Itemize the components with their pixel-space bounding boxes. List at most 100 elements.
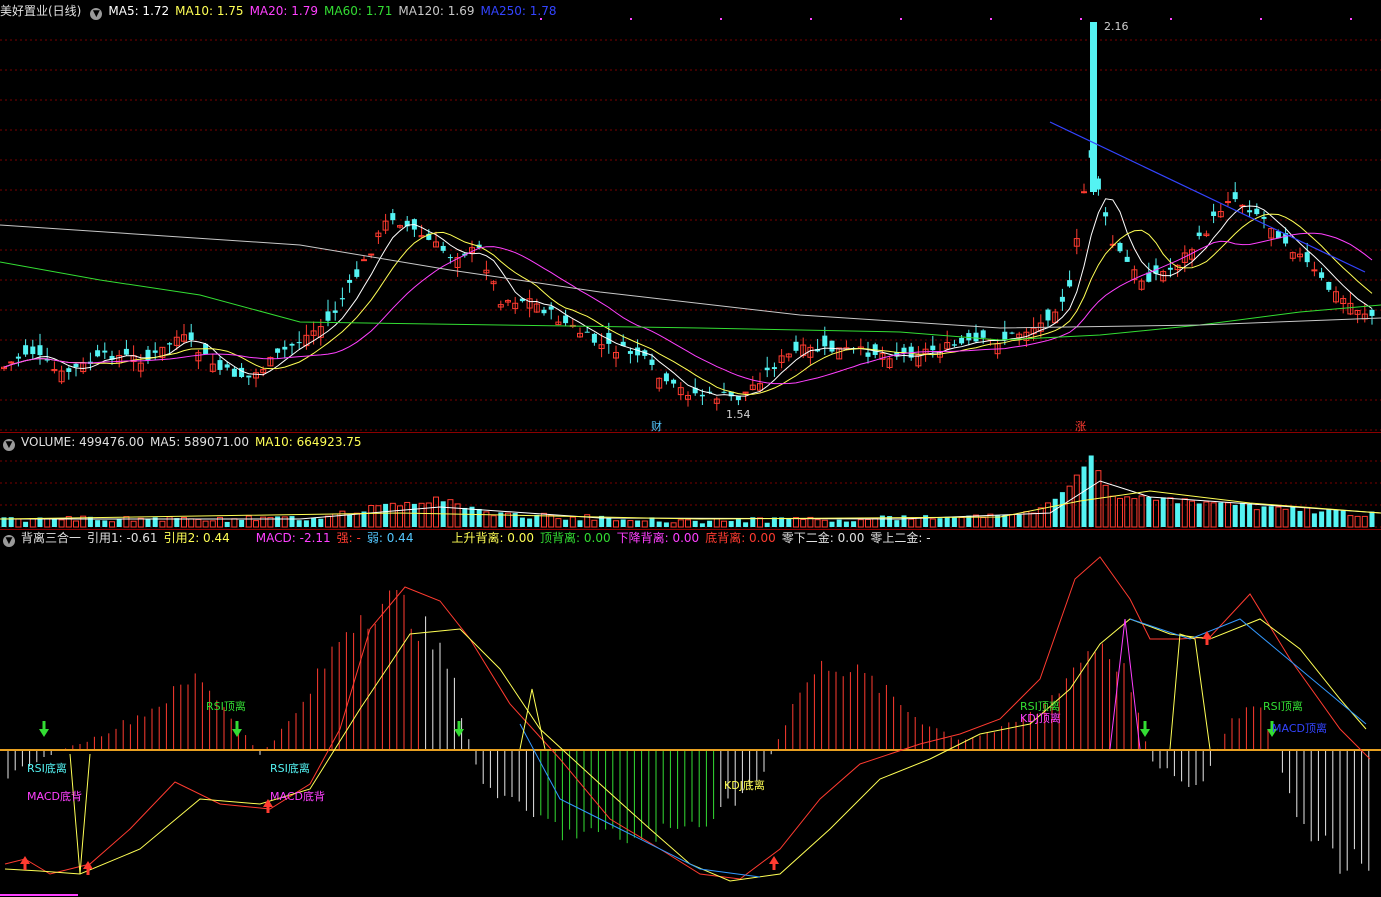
volume-bar-up: [800, 519, 807, 528]
candle-body-down: [671, 379, 677, 384]
volume-bar-up: [1354, 515, 1361, 528]
kdj-top-line: [1109, 618, 1141, 750]
candle-body-down: [966, 333, 972, 341]
volume-bar-down: [1232, 504, 1238, 527]
candle-body-down: [1196, 232, 1202, 237]
volume-bar-up: [253, 520, 259, 528]
volume-bar-up: [555, 518, 562, 528]
candle-body-down: [1067, 280, 1073, 287]
candle-body-up: [1225, 201, 1231, 204]
event-marker-cai[interactable]: 财: [651, 418, 662, 434]
volume-bar-up: [908, 518, 915, 528]
candle-body-down: [1304, 252, 1310, 263]
indicator-name[interactable]: 背离三合一: [21, 531, 81, 545]
indicator-settings-icon[interactable]: ▼: [3, 535, 15, 547]
volume-bar-up: [375, 505, 382, 528]
volume-bar-up: [1131, 498, 1138, 528]
volume-bar-down: [347, 514, 353, 527]
signal-line-blue: [1129, 618, 1367, 725]
volume-bar-up: [1153, 499, 1159, 528]
candle-body-down: [325, 311, 331, 321]
volume-bar-down: [944, 516, 950, 527]
volume-bar-down: [1088, 455, 1094, 527]
macd-value: MACD: -2.11: [255, 531, 331, 545]
candle-body-down: [390, 213, 396, 221]
signal-dot: [1350, 18, 1352, 20]
volume-bar-down: [743, 522, 749, 527]
event-marker-zhang[interactable]: 涨: [1075, 418, 1086, 434]
volume-bar-down: [1297, 510, 1303, 527]
volume-bar-down: [311, 517, 317, 527]
volume-settings-icon[interactable]: ▼: [3, 439, 15, 451]
volume-bar-down: [937, 518, 943, 527]
candle-body-down: [627, 351, 633, 354]
volume-bar-down: [1160, 497, 1166, 527]
signal-dot: [900, 18, 902, 20]
volume-bar-up: [123, 516, 130, 528]
volume-bar-down: [1218, 502, 1224, 527]
candle-body-down: [973, 332, 979, 342]
candle-body-down: [1167, 267, 1173, 270]
volume-bar-up: [130, 520, 137, 528]
volume-header: ▼ VOLUME: 499476.00 MA5: 589071.00 MA10: 66…: [0, 433, 368, 451]
volume-bar-down: [728, 521, 734, 527]
settings-circle-icon[interactable]: ▼: [90, 8, 103, 20]
candle-body-down: [865, 352, 871, 357]
candle-body-down: [332, 310, 338, 313]
volume-bar-up: [281, 516, 288, 528]
volume-bar-up: [1138, 495, 1145, 528]
price-chart[interactable]: [0, 0, 1381, 432]
volume-bar-down: [663, 522, 669, 527]
candle-body-down: [1319, 272, 1325, 278]
volume-bar-up: [137, 517, 144, 528]
candle-body-down: [339, 298, 345, 300]
indicator-header: ▼ 背离三合一 引用1: -0.61 引用2: 0.44 MACD: -2.11 强: -…: [0, 529, 937, 547]
volume-bar-up: [757, 517, 763, 528]
candle-body-down: [764, 367, 770, 371]
candle-body-down: [541, 309, 547, 314]
candle-body-down: [1103, 212, 1109, 217]
candle-body-down: [37, 345, 43, 356]
volume-bar-up: [188, 518, 195, 528]
label-kdj-top: KDJ顶离: [1020, 712, 1061, 725]
volume-bar-down: [1290, 506, 1296, 527]
ma60-legend: MA60: 1.71: [324, 4, 393, 18]
ma5-legend: MA5: 1.72: [108, 4, 170, 18]
candle-body-down: [822, 335, 828, 347]
volume-bar-up: [641, 520, 648, 528]
volume-bar-down: [303, 520, 309, 527]
volume-bar-down: [635, 520, 641, 527]
volume-bar-down: [1333, 509, 1339, 527]
candle-body-down: [167, 343, 173, 345]
volume-bar-up: [569, 516, 576, 528]
candle-body-up: [1311, 269, 1318, 272]
volume-bar-up: [1253, 509, 1260, 528]
ref2: 引用2: 0.44: [163, 531, 230, 545]
volume-bar-up: [1181, 498, 1188, 528]
volume-bar-down: [145, 518, 151, 527]
label-rsi-top-1: RSI顶离: [206, 700, 246, 713]
stock-title[interactable]: 美好置业(日线): [0, 4, 81, 18]
volume-bar-down: [1340, 510, 1346, 527]
candle-body-down: [699, 394, 705, 397]
volume-bar-down: [1311, 513, 1317, 527]
volume-bar-down: [116, 518, 122, 527]
volume-bar-down: [519, 517, 525, 527]
candle-body-down: [30, 346, 36, 355]
candle-body-up: [361, 259, 367, 262]
candle-body-down: [347, 279, 353, 283]
volume-bar-up: [915, 517, 922, 528]
volume-bar-up: [166, 516, 173, 528]
volume-bar-up: [627, 520, 634, 528]
signal-dot: [810, 18, 812, 20]
signal-dot: [720, 18, 722, 20]
volume-bar-up: [325, 515, 331, 528]
volume-bar-up: [397, 505, 403, 528]
volume-bar-down: [1016, 514, 1022, 527]
volume-bar-down: [699, 523, 705, 527]
candle-body-down: [95, 350, 101, 357]
volume-bar-up: [1109, 495, 1116, 528]
candle-body-down: [1009, 332, 1015, 334]
volume-bar-up: [670, 522, 677, 528]
volume-bar-up: [1203, 501, 1210, 528]
